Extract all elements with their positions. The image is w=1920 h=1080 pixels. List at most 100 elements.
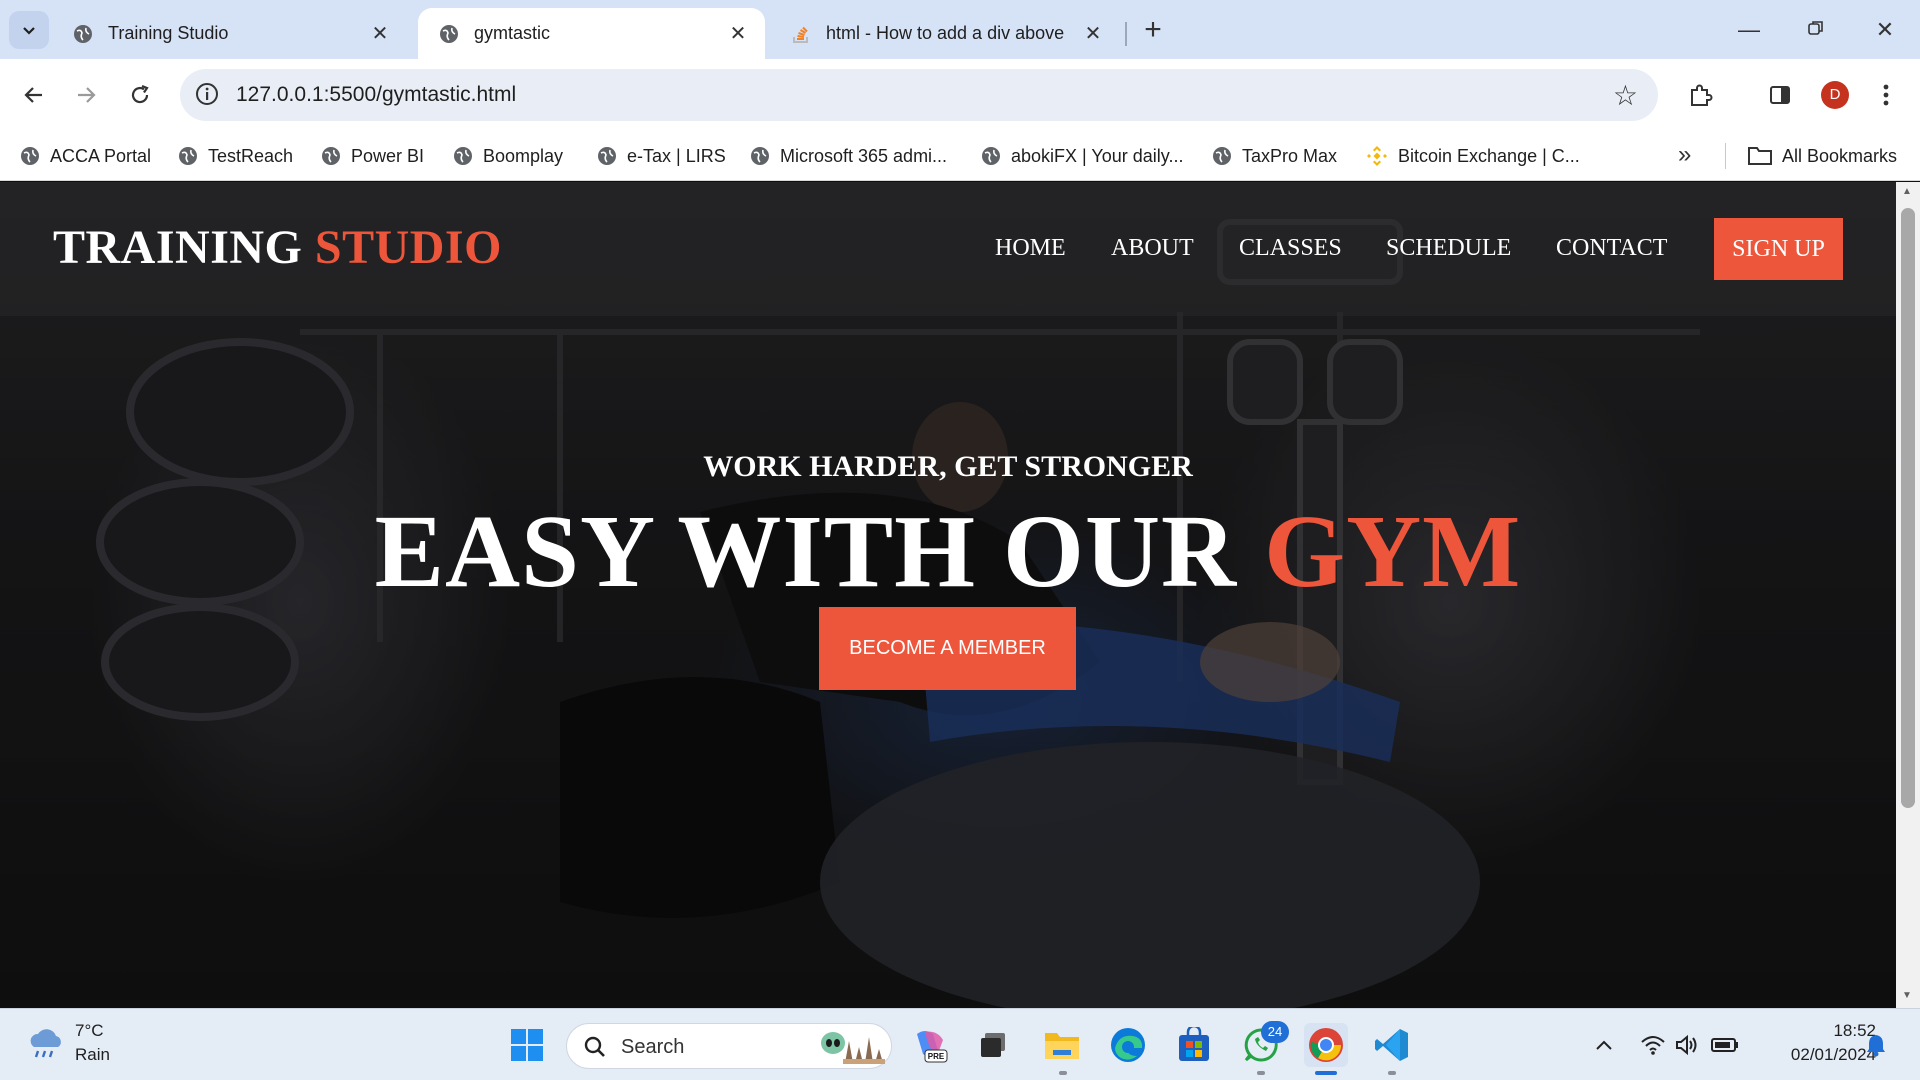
bookmark-testreach[interactable]: TestReach bbox=[177, 131, 293, 181]
tab-gymtastic[interactable]: gymtastic ✕ bbox=[418, 8, 765, 59]
bookmark-label: e-Tax | LIRS bbox=[627, 145, 726, 166]
new-tab-button[interactable]: + bbox=[1137, 12, 1169, 48]
folder-icon bbox=[1748, 147, 1772, 165]
url-text[interactable]: 127.0.0.1:5500/gymtastic.html bbox=[236, 83, 516, 107]
forward-button[interactable] bbox=[66, 75, 106, 115]
close-window-button[interactable]: ✕ bbox=[1860, 8, 1910, 52]
globe-icon bbox=[21, 147, 39, 165]
bookmark-label: abokiFX | Your daily... bbox=[1011, 145, 1184, 166]
bookmark-label: ACCA Portal bbox=[50, 145, 152, 166]
reload-button[interactable] bbox=[120, 75, 160, 115]
globe-icon bbox=[74, 24, 92, 43]
svg-text:PRE: PRE bbox=[928, 1052, 945, 1061]
more-bookmarks-icon[interactable]: » bbox=[1678, 141, 1691, 169]
bell-icon bbox=[1867, 1035, 1885, 1057]
store-button[interactable] bbox=[1172, 1023, 1216, 1067]
bookmark-taxpro-max[interactable]: TaxPro Max bbox=[1211, 131, 1337, 181]
tab-training-studio[interactable]: Training Studio ✕ bbox=[52, 8, 407, 59]
nav-contact[interactable]: CONTACT bbox=[1556, 235, 1667, 262]
rain-cloud-icon bbox=[30, 1029, 61, 1058]
active-app-indicator bbox=[1315, 1071, 1337, 1075]
battery-icon bbox=[1711, 1038, 1738, 1052]
site-logo[interactable]: TRAINING STUDIO bbox=[53, 220, 502, 275]
search-highlight-icon bbox=[821, 1032, 885, 1064]
forward-arrow-icon bbox=[78, 87, 96, 103]
menu-button[interactable] bbox=[1866, 75, 1906, 115]
scroll-down-icon[interactable]: ▼ bbox=[1902, 990, 1912, 1001]
bookmark-star-icon[interactable]: ☆ bbox=[1613, 79, 1638, 112]
nav-about[interactable]: ABOUT bbox=[1111, 235, 1194, 262]
bookmark-label: Bitcoin Exchange | C... bbox=[1398, 145, 1580, 166]
chrome-icon bbox=[1309, 1028, 1343, 1062]
wifi-icon bbox=[1641, 1036, 1665, 1055]
back-button[interactable] bbox=[14, 75, 54, 115]
globe-icon bbox=[440, 24, 458, 43]
nav-home[interactable]: HOME bbox=[995, 235, 1066, 262]
close-icon[interactable]: ✕ bbox=[727, 21, 749, 46]
search-icon bbox=[584, 1036, 605, 1057]
battery-button[interactable] bbox=[1703, 1023, 1747, 1067]
page-scrollbar[interactable]: ▲ ▼ bbox=[1896, 182, 1920, 1008]
hidden-icons-button[interactable] bbox=[1582, 1023, 1626, 1067]
close-icon[interactable]: ✕ bbox=[369, 21, 391, 46]
weather-temperature: 7°C bbox=[75, 1021, 104, 1040]
chrome-button[interactable] bbox=[1304, 1023, 1348, 1067]
vscode-button[interactable] bbox=[1370, 1023, 1414, 1067]
bookmark-bitcoin-exchange[interactable]: Bitcoin Exchange | C... bbox=[1365, 131, 1580, 181]
windows-logo-icon bbox=[511, 1029, 543, 1061]
taskbar-search[interactable]: Search bbox=[566, 1023, 892, 1069]
bookmark-acca-portal[interactable]: ACCA Portal bbox=[19, 131, 151, 181]
nav-classes[interactable]: CLASSES bbox=[1239, 235, 1342, 262]
start-button[interactable] bbox=[505, 1023, 549, 1067]
bookmark-etax-lirs[interactable]: e-Tax | LIRS bbox=[596, 131, 726, 181]
logo-accent-text: STUDIO bbox=[314, 221, 502, 274]
scrollbar-thumb[interactable] bbox=[1901, 208, 1915, 808]
minimize-button[interactable]: — bbox=[1724, 8, 1774, 52]
sign-up-button[interactable]: SIGN UP bbox=[1714, 218, 1843, 280]
tab-search-button[interactable] bbox=[9, 11, 49, 49]
side-panel-button[interactable] bbox=[1760, 75, 1800, 115]
bookmark-label: Microsoft 365 admi... bbox=[780, 145, 948, 166]
windows-taskbar: 7°C Rain Search PRE 24 18:52 02/01/2024 bbox=[0, 1008, 1920, 1080]
logo-main-text: TRAINING bbox=[53, 221, 303, 274]
become-member-button[interactable]: BECOME A MEMBER bbox=[819, 607, 1076, 690]
bookmarks-bar: ACCA Portal TestReach Power BI Boomplay … bbox=[0, 131, 1920, 181]
chevron-up-icon bbox=[1596, 1040, 1612, 1050]
hero-title: EASY WITH OUR GYM bbox=[0, 492, 1896, 611]
edge-button[interactable] bbox=[1106, 1023, 1150, 1067]
task-view-button[interactable] bbox=[971, 1023, 1015, 1067]
whatsapp-badge: 24 bbox=[1261, 1021, 1289, 1043]
close-icon[interactable]: ✕ bbox=[1082, 21, 1104, 46]
back-arrow-icon bbox=[24, 87, 42, 103]
globe-icon bbox=[322, 147, 340, 165]
puzzle-icon bbox=[1691, 84, 1713, 106]
all-bookmarks-button[interactable]: All Bookmarks bbox=[1747, 131, 1897, 181]
extensions-button[interactable] bbox=[1680, 75, 1720, 115]
scroll-up-icon[interactable]: ▲ bbox=[1902, 186, 1912, 197]
bookmark-abokifx[interactable]: abokiFX | Your daily... bbox=[980, 131, 1183, 181]
weather-condition: Rain bbox=[75, 1045, 110, 1064]
copilot-button[interactable]: PRE bbox=[908, 1023, 952, 1067]
hero-title-accent: GYM bbox=[1264, 494, 1522, 609]
tab-stackoverflow[interactable]: html - How to add a div above ✕ bbox=[770, 8, 1120, 59]
bookmark-boomplay[interactable]: Boomplay bbox=[452, 131, 563, 181]
address-bar[interactable]: 127.0.0.1:5500/gymtastic.html ☆ bbox=[180, 69, 1658, 121]
file-explorer-button[interactable] bbox=[1040, 1023, 1084, 1067]
bookmark-power-bi[interactable]: Power BI bbox=[320, 131, 424, 181]
restore-icon bbox=[1808, 21, 1823, 35]
site-info-icon[interactable] bbox=[194, 81, 220, 107]
folder-icon bbox=[1045, 1033, 1079, 1059]
nav-schedule[interactable]: SCHEDULE bbox=[1386, 235, 1511, 262]
search-label: Search bbox=[621, 1036, 685, 1058]
task-view-icon bbox=[981, 1033, 1005, 1057]
profile-avatar[interactable]: D bbox=[1821, 81, 1849, 109]
running-indicator bbox=[1059, 1071, 1067, 1075]
restore-button[interactable] bbox=[1791, 8, 1841, 52]
bookmark-microsoft-365[interactable]: Microsoft 365 admi... bbox=[749, 131, 947, 181]
notifications-button[interactable] bbox=[1856, 1023, 1896, 1067]
chevron-down-icon bbox=[23, 27, 35, 35]
bookmark-label: TestReach bbox=[208, 145, 294, 166]
volume-icon bbox=[1676, 1034, 1697, 1056]
copilot-icon: PRE bbox=[917, 1031, 948, 1063]
running-indicator bbox=[1257, 1071, 1265, 1075]
